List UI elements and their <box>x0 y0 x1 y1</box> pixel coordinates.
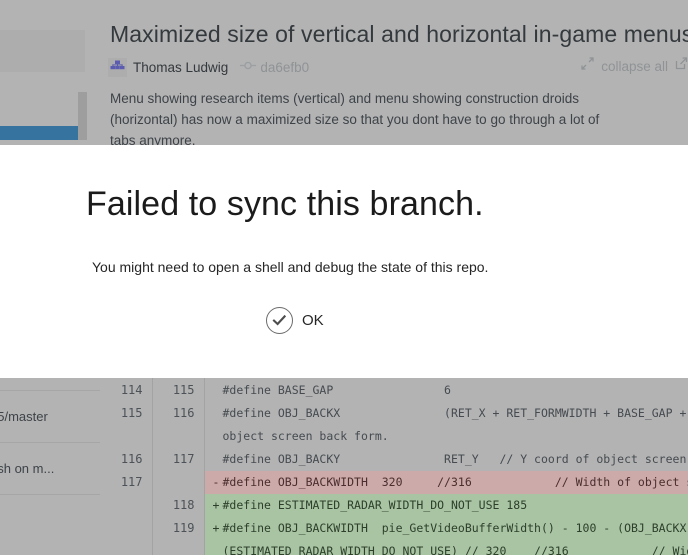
user-avatar-icon <box>108 57 127 77</box>
check-circle-icon <box>266 307 293 334</box>
commit-actions: collapse all <box>581 57 688 75</box>
diff-old-line-number: 115 <box>100 402 153 425</box>
diff-row-ctx: object screen back form. <box>100 425 688 448</box>
diff-code-cell: #define OBJ_BACKX (RET_X + RET_FORMWIDTH… <box>204 402 688 425</box>
diff-row-add: 119 + #define OBJ_BACKWIDTH pie_GetVideoBu… <box>100 517 688 540</box>
diff-new-line-number: 116 <box>152 402 205 425</box>
commit-author-name: Thomas Ludwig <box>133 59 229 75</box>
diff-old-line-number <box>100 517 153 540</box>
diff-sign: + <box>212 498 220 512</box>
diff-old-line-number: 114 <box>100 379 153 402</box>
diff-new-line-number <box>152 540 205 555</box>
ok-button-label: OK <box>302 312 324 329</box>
collapse-arrows-icon[interactable] <box>581 57 594 75</box>
diff-old-line-number: 116 <box>100 448 153 471</box>
sidebar-item-label: 95/master <box>0 409 48 424</box>
commit-sha: da6efb0 <box>260 59 310 75</box>
sidebar-scrollbar-thumb[interactable] <box>78 92 87 140</box>
commit-sha-group[interactable]: da6efb0 <box>240 58 309 76</box>
ok-button[interactable]: OK <box>266 307 324 334</box>
diff-row-add: 118 + #define ESTIMATED_RADAR_WIDTH_DO_NOT… <box>100 494 688 517</box>
sidebar-header-block <box>0 30 85 72</box>
diff-old-line-number <box>100 494 153 517</box>
commit-description: Menu showing research items (vertical) a… <box>110 91 600 148</box>
commit-meta-row: Thomas Ludwig da6efb0 <box>108 56 309 78</box>
diff-code-cell: + #define ESTIMATED_RADAR_WIDTH_DO_NOT_US… <box>204 494 688 517</box>
diff-code-cell: #define BASE_GAP 6 <box>204 379 688 402</box>
diff-sign: + <box>212 521 220 535</box>
diff-row-ctx: 114 115 #define BASE_GAP 6 <box>100 379 688 402</box>
diff-table: @@ -110,7 +111,8 @@114115#define BASE_GA… <box>100 372 688 555</box>
sidebar-item-label: ash on m... <box>0 461 55 476</box>
diff-code-cell: - #define OBJ_BACKWIDTH 320 //316 // Widt… <box>204 471 688 494</box>
error-dialog: Failed to sync this branch. You might ne… <box>0 145 688 378</box>
diff-code-cell: (ESTIMATED_RADAR_WIDTH_DO_NOT_USE) // 32… <box>204 540 688 555</box>
diff-old-line-number <box>100 425 153 448</box>
diff-row-add: (ESTIMATED_RADAR_WIDTH_DO_NOT_USE) // 32… <box>100 540 688 555</box>
list-item[interactable]: 95/master <box>0 390 100 442</box>
commit-dot-icon <box>240 58 257 76</box>
dialog-title: Failed to sync this branch. <box>86 185 484 223</box>
dialog-message: You might need to open a shell and debug… <box>92 259 489 275</box>
sidebar-selected-item[interactable] <box>0 126 78 140</box>
open-external-icon[interactable] <box>675 57 688 75</box>
collapse-all-button[interactable]: collapse all <box>601 59 668 74</box>
diff-new-line-number: 118 <box>152 494 205 517</box>
diff-new-line-number <box>152 425 205 448</box>
diff-old-line-number <box>100 540 153 555</box>
diff-new-line-number: 117 <box>152 448 205 471</box>
commit-title: Maximized size of vertical and horizonta… <box>110 21 688 47</box>
sidebar-commit-list: 95/master ash on m... <box>0 390 100 546</box>
diff-row-ctx: 115 116 #define OBJ_BACKX (RET_X + RET_FOR… <box>100 402 688 425</box>
list-item[interactable]: ash on m... <box>0 442 100 494</box>
commit-header-pane: Maximized size of vertical and horizonta… <box>100 0 688 160</box>
diff-code-cell: object screen back form. <box>204 425 688 448</box>
diff-new-line-number: 119 <box>152 517 205 540</box>
diff-code-cell: + #define OBJ_BACKWIDTH pie_GetVideoBuffe… <box>204 517 688 540</box>
diff-new-line-number: 115 <box>152 379 205 402</box>
diff-viewer[interactable]: @@ -110,7 +111,8 @@114115#define BASE_GA… <box>100 372 688 555</box>
diff-code-cell: #define OBJ_BACKY RET_Y // Y coord of ob… <box>204 448 688 471</box>
diff-row-del: 117 - #define OBJ_BACKWIDTH 320 //316 // W… <box>100 471 688 494</box>
diff-sign: - <box>212 475 220 489</box>
diff-new-line-number <box>152 471 205 494</box>
diff-old-line-number: 117 <box>100 471 153 494</box>
list-item[interactable] <box>0 494 100 546</box>
diff-row-ctx: 116 117 #define OBJ_BACKY RET_Y // Y coord… <box>100 448 688 471</box>
